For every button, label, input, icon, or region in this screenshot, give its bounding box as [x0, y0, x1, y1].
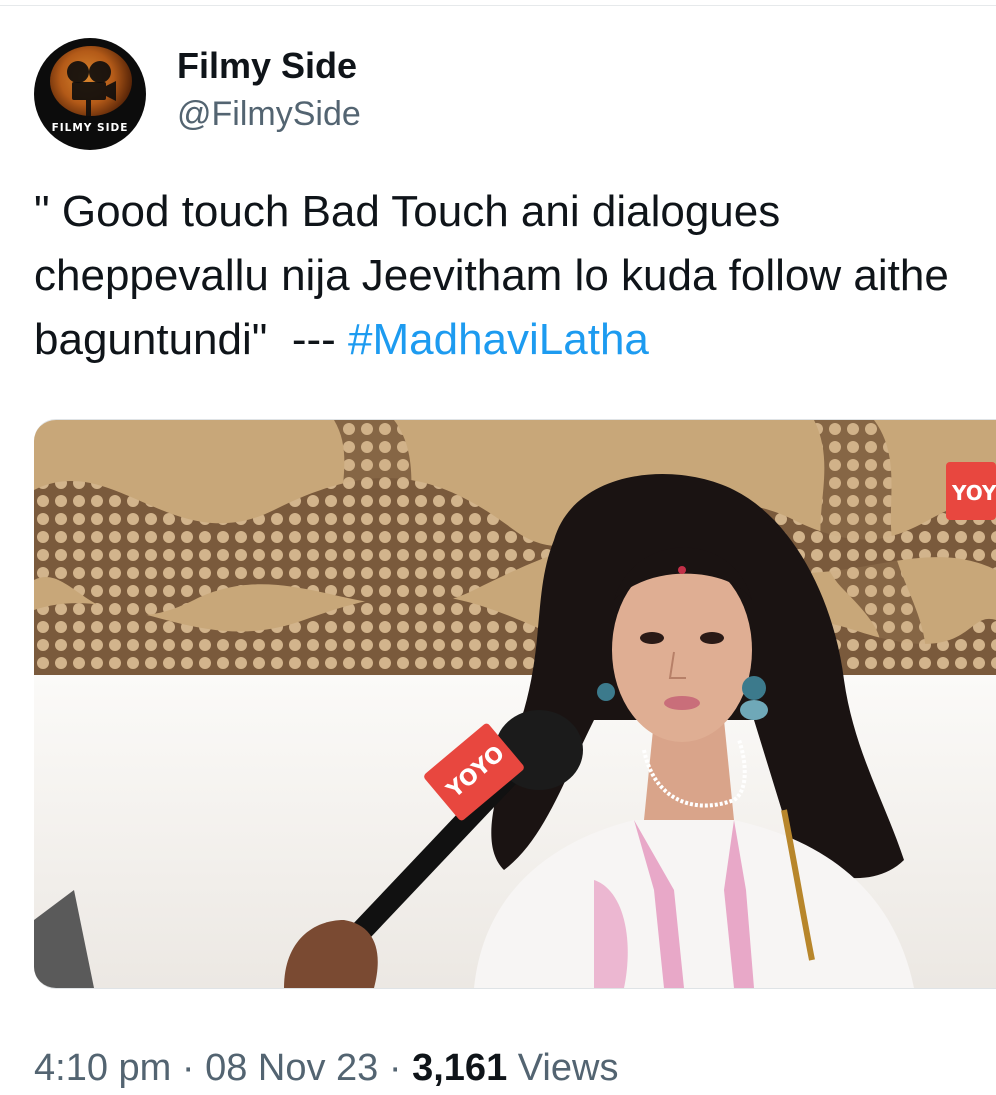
author-display-name[interactable]: Filmy Side: [177, 45, 357, 87]
author-handle[interactable]: @FilmySide: [177, 95, 361, 134]
tweet-date[interactable]: 08 Nov 23: [205, 1047, 378, 1089]
tweet-time[interactable]: 4:10 pm: [34, 1047, 171, 1089]
views-label: Views: [507, 1047, 619, 1089]
meta-separator-2: ·: [378, 1047, 413, 1089]
tweet-text: " Good touch Bad Touch ani dialogues che…: [34, 180, 989, 372]
avatar-logo-text: FILMY SIDE: [51, 122, 129, 134]
hashtag-link[interactable]: #MadhaviLatha: [348, 315, 649, 364]
top-divider: [0, 5, 996, 6]
tweet-media-image[interactable]: YOY YOYO: [34, 419, 996, 989]
tweet-meta: 4:10 pm · 08 Nov 23 · 3,161 Views: [34, 1047, 618, 1090]
author-avatar[interactable]: FILMY SIDE: [34, 38, 146, 150]
meta-separator: ·: [171, 1047, 206, 1089]
media-photo: YOY YOYO: [34, 420, 996, 988]
views-count: 3,161: [412, 1047, 508, 1089]
watermark-text: YOY: [951, 481, 996, 505]
